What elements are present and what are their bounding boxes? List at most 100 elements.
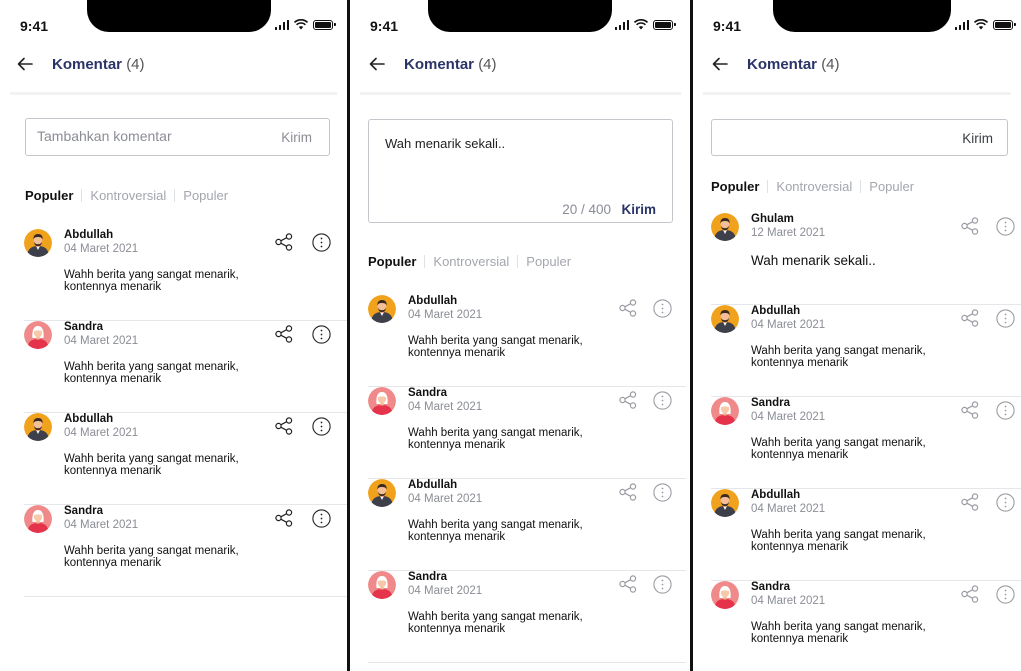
- tab-bar: Populer Kontroversial Populer: [25, 188, 228, 203]
- more-options-icon[interactable]: [653, 299, 672, 318]
- status-bar: 9:41: [0, 0, 347, 40]
- share-icon[interactable]: [618, 574, 638, 594]
- send-button[interactable]: Kirim: [281, 130, 312, 145]
- comment-item: Sandra 04 Maret 2021 Wahh berita yang sang…: [24, 321, 347, 413]
- comment-author: Ghulam: [751, 213, 794, 225]
- more-options-icon[interactable]: [996, 585, 1015, 604]
- send-button[interactable]: Kirim: [962, 131, 993, 146]
- share-icon[interactable]: [274, 508, 294, 528]
- share-icon[interactable]: [618, 482, 638, 502]
- tab-bar: Populer Kontroversial Populer: [368, 254, 571, 269]
- more-options-icon[interactable]: [996, 401, 1015, 420]
- share-icon[interactable]: [960, 492, 980, 512]
- avatar: [711, 305, 739, 333]
- page-title: Komentar (4): [404, 56, 497, 73]
- comment-text: Wahh berita yang sangat menarik, kontenn…: [408, 335, 583, 359]
- comment-item: Ghulam 12 Maret 2021 Wah menarik sekali..: [711, 213, 1021, 305]
- tab-populer-2[interactable]: Populer: [183, 188, 228, 203]
- battery-icon: [653, 19, 676, 30]
- comment-author: Abdullah: [408, 295, 458, 307]
- avatar: [24, 413, 52, 441]
- page-title-text: Komentar: [404, 56, 475, 73]
- avatar: [368, 479, 396, 507]
- more-options-icon[interactable]: [653, 483, 672, 502]
- comment-item: Sandra 04 Maret 2021 Wahh berita yang sang…: [24, 505, 347, 597]
- more-options-icon[interactable]: [312, 233, 331, 252]
- tab-divider: [767, 180, 769, 193]
- comment-input-placeholder: Tambahkan komentar: [37, 128, 172, 144]
- tab-kontroversial[interactable]: Kontroversial: [433, 254, 509, 269]
- comment-item: Sandra 04 Maret 2021 Wahh berita yang sang…: [711, 581, 1021, 671]
- avatar: [711, 581, 739, 609]
- share-icon[interactable]: [618, 390, 638, 410]
- comment-text: Wahh berita yang sangat menarik, kontenn…: [751, 621, 926, 645]
- comment-date: 04 Maret 2021: [751, 319, 826, 331]
- tab-populer-2[interactable]: Populer: [869, 179, 914, 194]
- header-divider: [703, 92, 1011, 95]
- comment-item: Abdullah 04 Maret 2021 Wahh berita yang sa…: [24, 229, 347, 321]
- more-options-icon[interactable]: [312, 509, 331, 528]
- header: Komentar (4): [693, 52, 1021, 78]
- comment-date: 04 Maret 2021: [408, 493, 483, 505]
- comment-text: Wahh berita yang sangat menarik, kontenn…: [64, 453, 239, 477]
- share-icon[interactable]: [960, 308, 980, 328]
- more-options-icon[interactable]: [312, 325, 331, 344]
- page-title-text: Komentar: [747, 56, 818, 73]
- tab-kontroversial[interactable]: Kontroversial: [776, 179, 852, 194]
- comment-text: Wahh berita yang sangat menarik, kontenn…: [408, 427, 583, 451]
- comment-item: Abdullah 04 Maret 2021 Wahh berita yang sa…: [711, 305, 1021, 397]
- more-options-icon[interactable]: [653, 391, 672, 410]
- more-options-icon[interactable]: [996, 217, 1015, 236]
- comment-date: 04 Maret 2021: [408, 585, 483, 597]
- comment-count: (4): [821, 56, 840, 73]
- comment-author: Abdullah: [408, 479, 458, 491]
- send-button[interactable]: Kirim: [621, 202, 656, 217]
- header-divider: [10, 92, 337, 95]
- comment-input[interactable]: Wah menarik sekali.. 20 / 400 Kirim: [368, 119, 673, 223]
- share-icon[interactable]: [960, 400, 980, 420]
- comment-divider: [368, 662, 686, 663]
- notch: [428, 0, 612, 32]
- share-icon[interactable]: [274, 324, 294, 344]
- back-arrow-icon[interactable]: [368, 55, 386, 73]
- page-title: Komentar (4): [747, 56, 840, 73]
- tab-populer[interactable]: Populer: [368, 254, 416, 269]
- comment-text: Wahh berita yang sangat menarik, kontenn…: [64, 269, 239, 293]
- more-options-icon[interactable]: [312, 417, 331, 436]
- more-options-icon[interactable]: [653, 575, 672, 594]
- share-icon[interactable]: [274, 416, 294, 436]
- tab-divider: [174, 189, 176, 202]
- comment-text: Wahh berita yang sangat menarik, kontenn…: [408, 519, 583, 543]
- tab-divider: [81, 189, 83, 202]
- comment-author: Sandra: [751, 581, 790, 593]
- avatar: [24, 321, 52, 349]
- tab-kontroversial[interactable]: Kontroversial: [90, 188, 166, 203]
- avatar: [711, 397, 739, 425]
- char-counter: 20 / 400: [562, 202, 611, 217]
- comment-input[interactable]: Kirim: [711, 119, 1008, 156]
- more-options-icon[interactable]: [996, 309, 1015, 328]
- comment-item: Sandra 04 Maret 2021 Wahh berita yang sang…: [711, 397, 1021, 489]
- comment-author: Sandra: [751, 397, 790, 409]
- comment-date: 04 Maret 2021: [64, 243, 139, 255]
- comment-text: Wahh berita yang sangat menarik, kontenn…: [751, 437, 926, 461]
- back-arrow-icon[interactable]: [711, 55, 729, 73]
- comment-item: Abdullah 04 Maret 2021 Wahh berita yang sa…: [711, 489, 1021, 581]
- share-icon[interactable]: [960, 584, 980, 604]
- comment-item: Sandra 04 Maret 2021 Wahh berita yang sang…: [368, 571, 686, 663]
- back-arrow-icon[interactable]: [16, 55, 34, 73]
- comment-text: Wahh berita yang sangat menarik, kontenn…: [751, 345, 926, 369]
- status-bar: 9:41: [350, 0, 691, 40]
- share-icon[interactable]: [960, 216, 980, 236]
- tab-populer[interactable]: Populer: [25, 188, 73, 203]
- share-icon[interactable]: [618, 298, 638, 318]
- tab-populer[interactable]: Populer: [711, 179, 759, 194]
- share-icon[interactable]: [274, 232, 294, 252]
- status-bar: 9:41: [693, 0, 1021, 40]
- status-icons: [614, 19, 676, 30]
- comment-author: Abdullah: [751, 489, 801, 501]
- tab-populer-2[interactable]: Populer: [526, 254, 571, 269]
- comment-input[interactable]: Tambahkan komentar Kirim: [25, 118, 330, 156]
- more-options-icon[interactable]: [996, 493, 1015, 512]
- avatar: [24, 229, 52, 257]
